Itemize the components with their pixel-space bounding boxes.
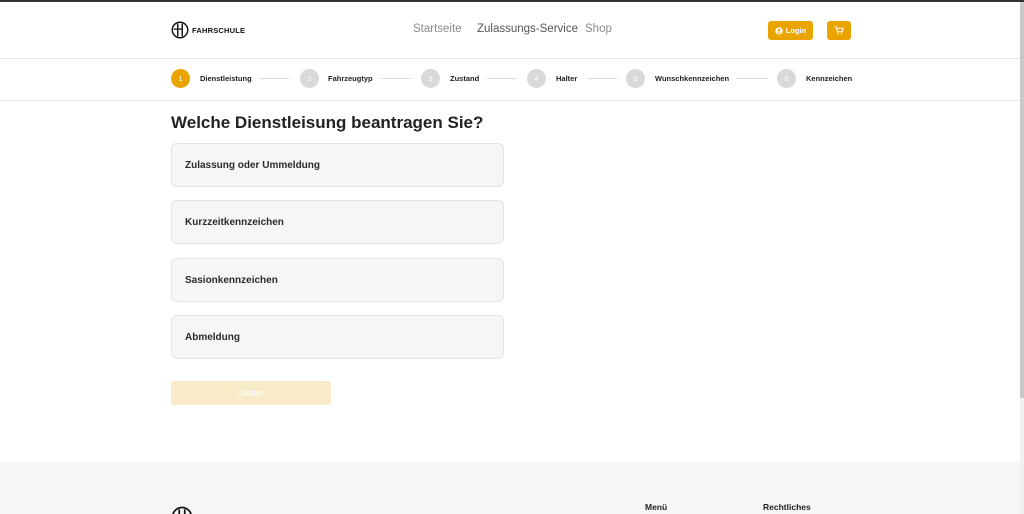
cart-icon [834,26,844,35]
step-2-circle: 2 [300,69,319,88]
step-5-label: Wunschkennzeichen [655,74,730,83]
scrollbar-thumb[interactable] [1020,2,1024,398]
site-footer: Menü Rechtliches [0,462,1020,514]
site-header: FAHRSCHULE Startseite Zulassungs-Service… [0,2,1020,59]
step-6-circle: 6 [777,69,796,88]
option-zulassung-oder-ummeldung[interactable]: Zulassung oder Ummeldung [171,143,504,187]
footer-heading-menu: Menü [645,502,668,512]
step-1-label: Dienstleistung [200,74,252,83]
next-button[interactable]: Weiter [171,381,331,405]
page-title: Welche Dienstleisung beantragen Sie? [171,113,484,132]
step-6-label: Kennzeichen [806,74,853,83]
option-sasionkennzeichen[interactable]: Sasionkennzeichen [171,258,504,302]
cart-button[interactable] [827,21,851,40]
option-abmeldung[interactable]: Abmeldung [171,315,504,359]
step-3-label: Zustand [450,74,480,83]
step-1-circle: 1 [171,69,190,88]
logo[interactable]: FAHRSCHULE [171,21,245,39]
step-connector [381,78,411,79]
step-connector [587,78,617,79]
footer-heading-legal: Rechtliches [763,502,811,512]
step-4-label: Halter [556,74,578,83]
step-connector [737,78,767,79]
step-5-circle: 5 [626,69,645,88]
login-button[interactable]: Login [768,21,813,40]
login-label: Login [785,26,807,35]
progress-stepper: 1 Dienstleistung 2 Fahrzeugtyp 3 Zustand… [0,59,1020,101]
nav-shop[interactable]: Shop [585,23,612,35]
step-4-circle: 4 [527,69,546,88]
option-kurzzeitkennzeichen[interactable]: Kurzzeitkennzeichen [171,200,504,244]
step-connector [487,78,517,79]
user-circle-icon [775,26,783,35]
footer-logo-icon [172,506,192,514]
step-3-circle: 3 [421,69,440,88]
step-connector [259,78,289,79]
logo-text: FAHRSCHULE [192,25,246,35]
logo-mark-icon [171,21,189,39]
vertical-scrollbar[interactable] [1020,2,1024,514]
nav-startseite[interactable]: Startseite [413,23,462,35]
step-2-label: Fahrzeugtyp [328,74,373,83]
nav-zulassungs-service[interactable]: Zulassungs-Service [477,23,578,35]
